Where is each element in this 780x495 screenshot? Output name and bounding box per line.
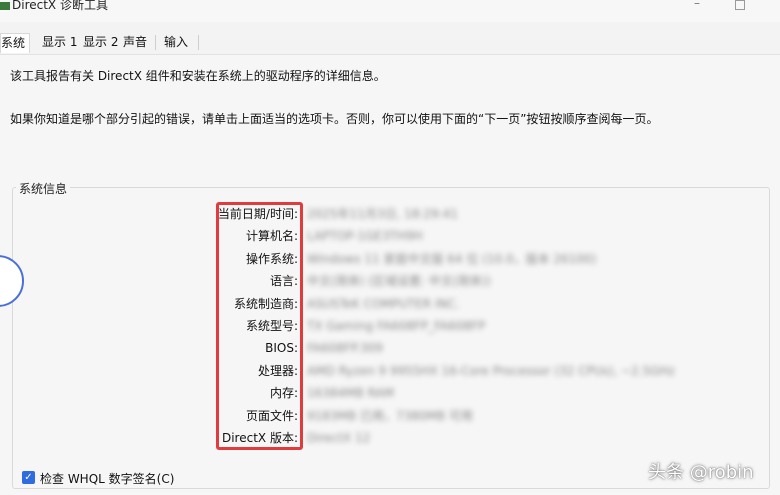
- system-info-row: 当前日期/时间: 2025年11月3日, 18:29:41: [0, 203, 780, 225]
- maximize-button[interactable]: [735, 0, 745, 10]
- intro-line-1: 该工具报告有关 DirectX 组件和安装在系统上的驱动程序的详细信息。: [10, 69, 386, 83]
- title-bar: DirectX 诊断工具 –: [0, 0, 780, 22]
- minimize-button[interactable]: –: [694, 0, 700, 10]
- tab-divider: [155, 35, 156, 50]
- whql-checkbox-label: 检查 WHQL 数字签名(C): [40, 472, 175, 486]
- system-info-row: DirectX 版本: DirectX 12: [0, 427, 780, 449]
- system-info-value: LAPTOP-1GE3TH9H: [307, 229, 423, 244]
- watermark-text: 头条 @robin: [648, 462, 754, 483]
- system-info-row: 内存: 16384MB RAM: [0, 382, 780, 404]
- directx-icon: [0, 2, 10, 10]
- system-info-value: 16384MB RAM: [307, 386, 394, 401]
- tab-display-1[interactable]: 显示 1: [39, 33, 80, 52]
- system-info-value: 9183MB 已用，7380MB 可用: [307, 408, 473, 423]
- window-title: DirectX 诊断工具: [12, 0, 108, 12]
- system-info-group-title: 系统信息: [16, 180, 71, 197]
- label-highlight-box: [216, 202, 303, 450]
- system-info-value: AMD Ryzen 9 9955HX 16-Core Processor (32…: [307, 363, 675, 378]
- whql-checkbox[interactable]: ✓: [22, 471, 35, 484]
- system-info-value: TX Gaming FA608FP_FA608FP: [307, 319, 486, 333]
- tab-divider: [198, 35, 199, 50]
- system-info-row: 系统型号: TX Gaming FA608FP_FA608FP: [0, 315, 780, 337]
- system-info-row: 语言: 中文(简体) (区域设置: 中文(简体)): [0, 270, 780, 292]
- system-info-value: Windows 11 家庭中文版 64 位 (10.0，版本 26100): [307, 251, 597, 266]
- tab-sound[interactable]: 声音: [120, 33, 150, 52]
- system-info-row: 系统制造商: ASUSTeK COMPUTER INC.: [0, 293, 780, 315]
- system-info-row: 处理器: AMD Ryzen 9 9955HX 16-Core Processor…: [0, 360, 780, 382]
- system-info-value: 中文(简体) (区域设置: 中文(简体)): [307, 274, 491, 289]
- system-info-value: ASUSTeK COMPUTER INC.: [307, 296, 460, 311]
- intro-line-2: 如果你知道是哪个部分引起的错误，请单击上面适当的选项卡。否则，你可以使用下面的“…: [10, 112, 659, 126]
- system-info-value: DirectX 12: [307, 431, 371, 445]
- system-info-value: FA608FP.309: [307, 341, 383, 356]
- system-info-row: 计算机名: LAPTOP-1GE3TH9H: [0, 225, 780, 247]
- tab-input[interactable]: 输入: [161, 33, 191, 52]
- tab-system[interactable]: 系统: [0, 33, 31, 53]
- tab-display-2[interactable]: 显示 2: [80, 33, 121, 52]
- system-info-row: BIOS: FA608FP.309: [0, 337, 780, 359]
- system-info-value: 2025年11月3日, 18:29:41: [307, 207, 458, 221]
- system-info-row: 操作系统: Windows 11 家庭中文版 64 位 (10.0，版本 2610…: [0, 248, 780, 270]
- system-info-row: 页面文件: 9183MB 已用，7380MB 可用: [0, 405, 780, 427]
